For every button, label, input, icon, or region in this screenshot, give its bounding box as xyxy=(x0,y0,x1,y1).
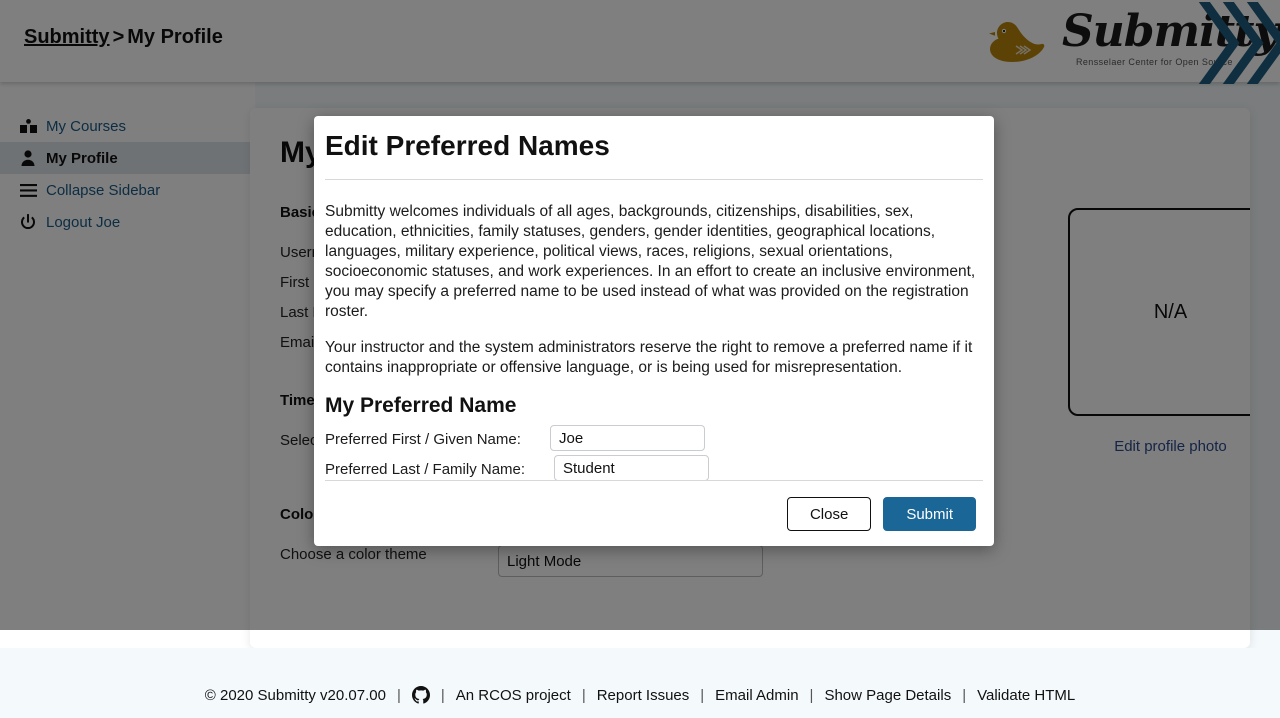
footer-link-email-admin[interactable]: Email Admin xyxy=(715,687,798,704)
footer-link-show-page-details[interactable]: Show Page Details xyxy=(824,687,951,704)
modal-body: Submitty welcomes individuals of all age… xyxy=(325,202,983,484)
page-root: Submitty>My Profile Submitty Rensselaer … xyxy=(0,0,1280,718)
modal-divider-bottom xyxy=(325,480,983,481)
label-preferred-first-name: Preferred First / Given Name: xyxy=(325,430,521,448)
submit-button[interactable]: Submit xyxy=(883,497,976,531)
footer-copyright: © 2020 Submitty v20.07.00 xyxy=(204,686,386,704)
footer-separator: | xyxy=(396,686,401,704)
page-footer: © 2020 Submitty v20.07.00 | | An RCOS pr… xyxy=(0,648,1280,718)
footer-separator: | xyxy=(962,686,967,704)
footer-link-report-issues[interactable]: Report Issues xyxy=(597,687,690,704)
preferred-last-name-input[interactable] xyxy=(554,455,709,481)
modal-paragraph-inclusivity: Submitty welcomes individuals of all age… xyxy=(325,203,976,320)
footer-separator: | xyxy=(581,686,586,704)
preferred-first-name-row: Preferred First / Given Name: xyxy=(325,424,983,454)
preferred-first-name-input[interactable] xyxy=(550,425,705,451)
label-preferred-last-name: Preferred Last / Family Name: xyxy=(325,460,526,478)
modal-paragraph-policy: Your instructor and the system administr… xyxy=(325,339,973,376)
footer-link-rcos[interactable]: An RCOS project xyxy=(456,687,571,704)
footer-link-validate-html[interactable]: Validate HTML xyxy=(977,687,1075,704)
close-button[interactable]: Close xyxy=(786,497,872,531)
footer-separator: | xyxy=(440,686,445,704)
modal-section-heading: My Preferred Name xyxy=(325,394,517,417)
modal-footer: Close Submit xyxy=(786,497,976,531)
footer-separator: | xyxy=(700,686,705,704)
edit-preferred-names-modal: Edit Preferred Names Submitty welcomes i… xyxy=(314,116,994,546)
footer-separator: | xyxy=(809,686,814,704)
modal-title: Edit Preferred Names xyxy=(325,130,610,161)
github-icon[interactable] xyxy=(411,686,430,704)
modal-divider-top xyxy=(325,179,983,180)
